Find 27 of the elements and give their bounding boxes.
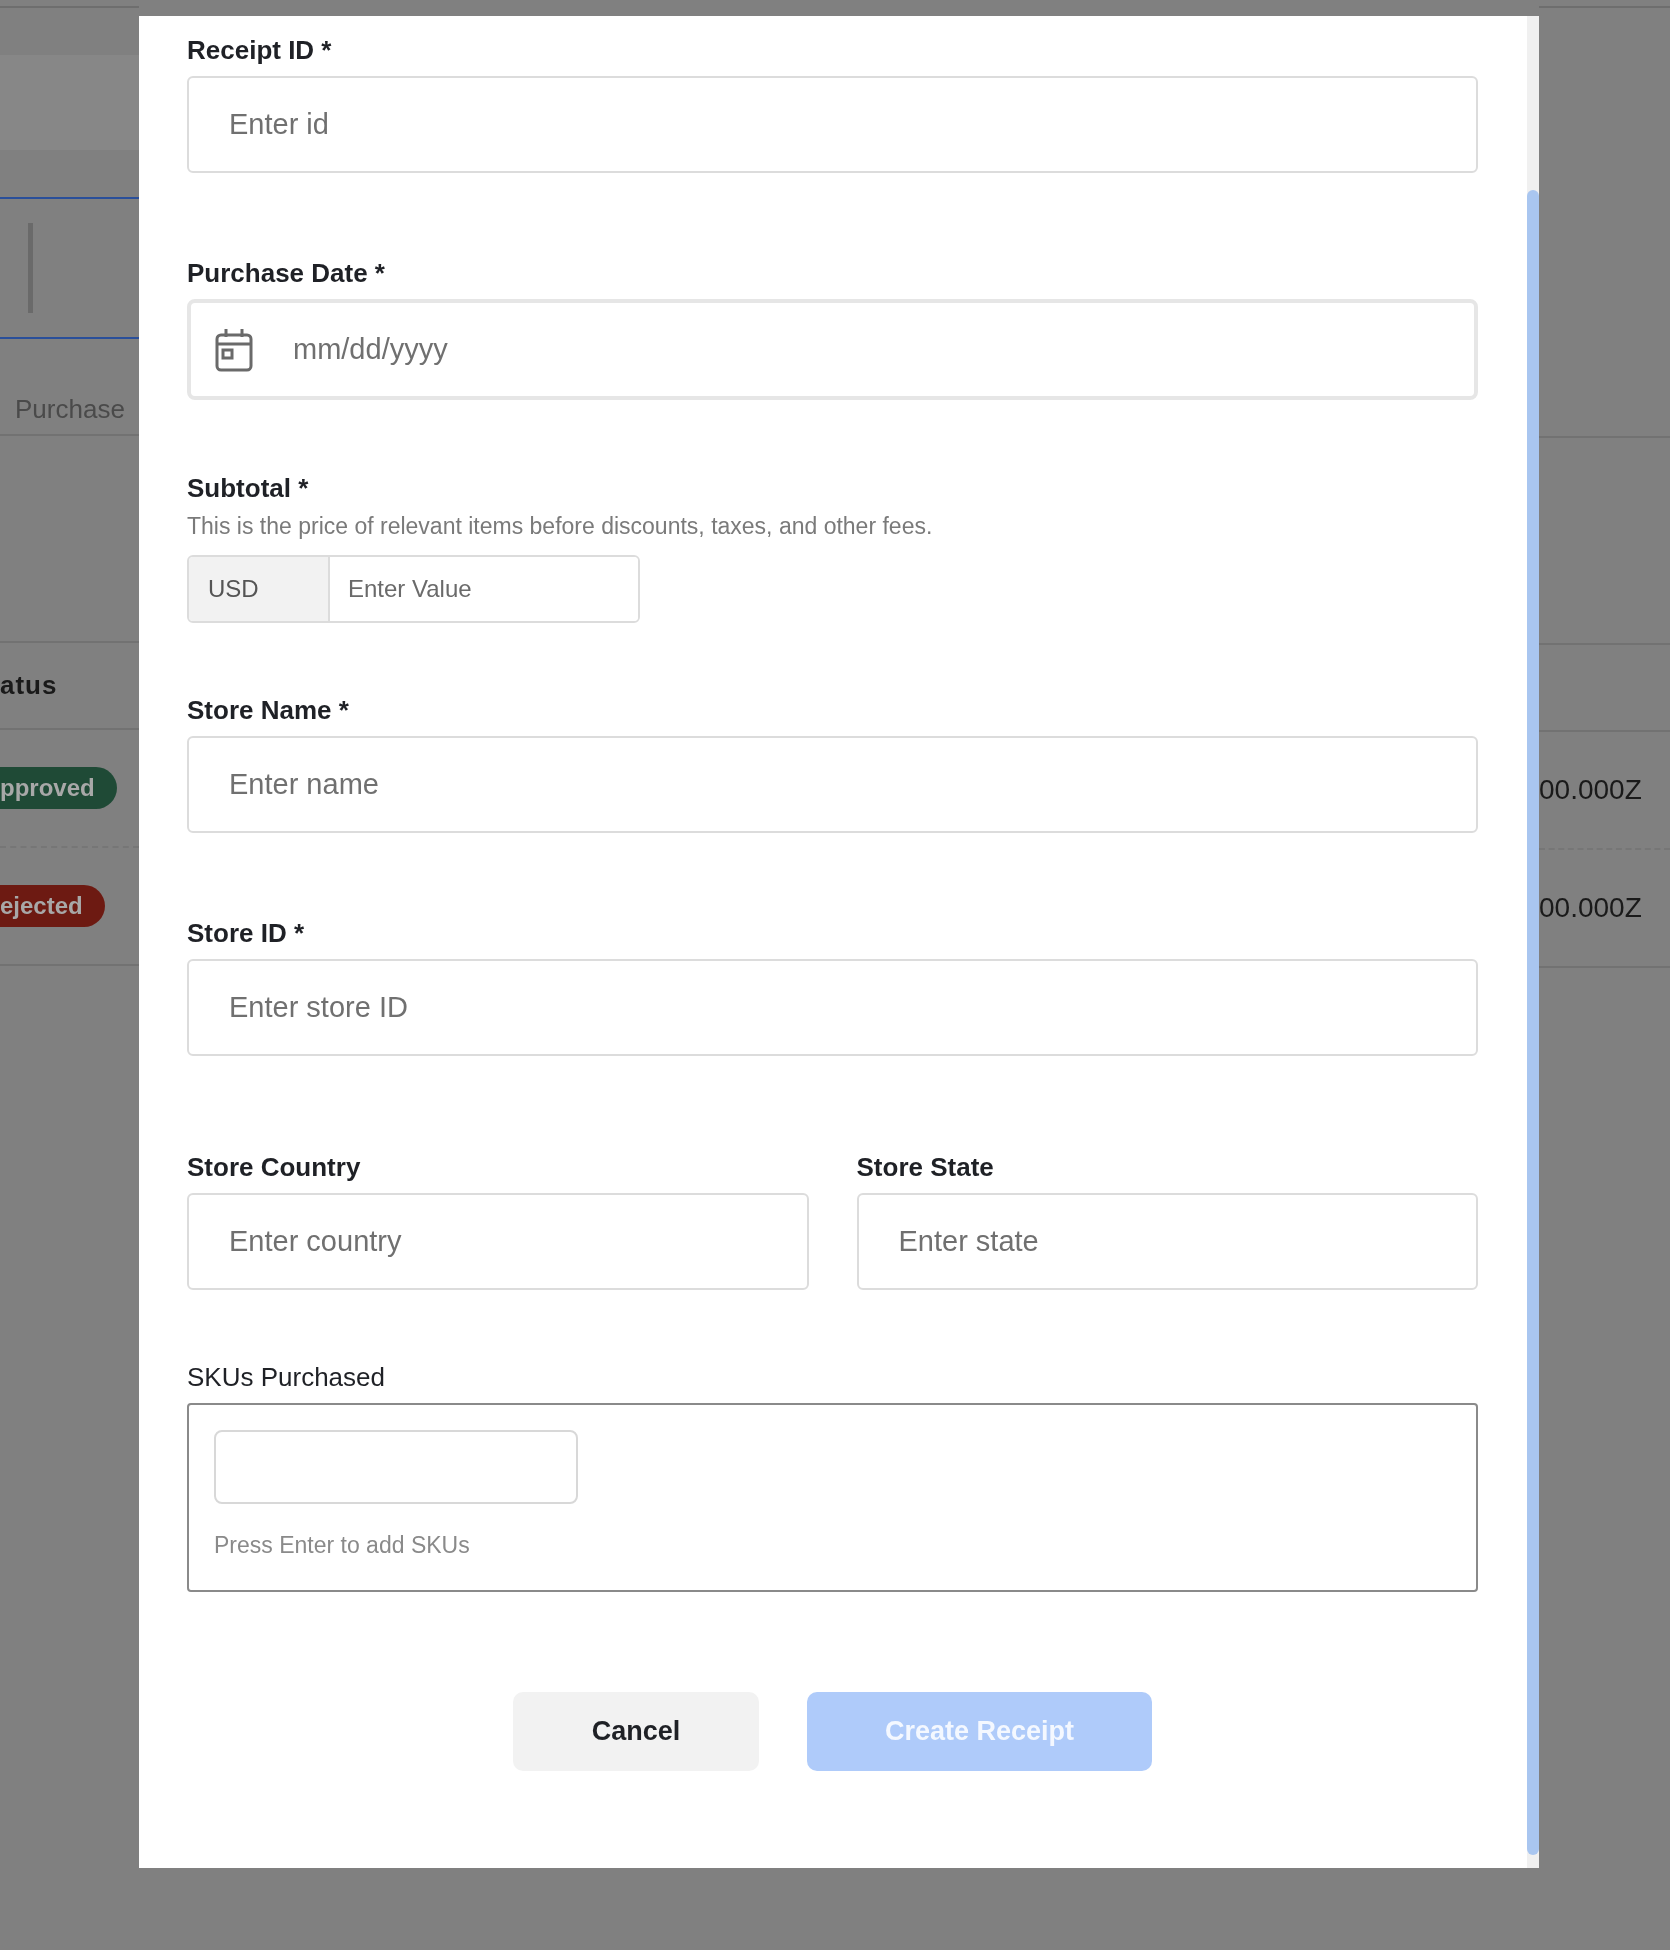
field-label: Receipt ID * bbox=[187, 35, 332, 65]
input-field[interactable]: Enter store ID bbox=[187, 959, 1478, 1056]
input-field[interactable]: Enter state bbox=[856, 1193, 1478, 1290]
help-text: This is the price of relevant items before discounts, taxes, and other fees. bbox=[187, 513, 933, 540]
currency-field[interactable]: USD Enter Value bbox=[187, 555, 640, 623]
sku-input[interactable] bbox=[214, 1430, 578, 1504]
status-badge: pproved bbox=[0, 767, 117, 809]
field-label: Store State bbox=[856, 1152, 994, 1182]
currency-prefix: USD bbox=[189, 557, 330, 621]
date-input[interactable]: mm/dd/yyyy bbox=[291, 332, 1474, 367]
field-label: Store ID * bbox=[187, 918, 305, 948]
input-field[interactable]: Enter id bbox=[187, 76, 1478, 173]
field-label: Subtotal * bbox=[187, 473, 309, 503]
field-label: Store Country bbox=[187, 1152, 361, 1182]
cancel-button[interactable]: Cancel bbox=[513, 1692, 759, 1771]
status-badge: ejected bbox=[0, 885, 105, 927]
input-field[interactable]: Enter name bbox=[187, 736, 1478, 833]
calendar-icon bbox=[215, 327, 253, 372]
column-header: atus bbox=[0, 670, 58, 701]
hint-text: Press Enter to add SKUs bbox=[214, 1532, 470, 1559]
input-field[interactable]: Enter country bbox=[187, 1193, 809, 1290]
field-label: Store Name * bbox=[187, 695, 349, 725]
timestamp-text: 00.000Z bbox=[1539, 774, 1642, 806]
date-field[interactable]: mm/dd/yyyy bbox=[187, 299, 1478, 400]
timestamp-text: 00.000Z bbox=[1539, 892, 1642, 924]
field-label: SKUs Purchased bbox=[187, 1362, 385, 1392]
field-label: Purchase Date * bbox=[187, 258, 385, 288]
